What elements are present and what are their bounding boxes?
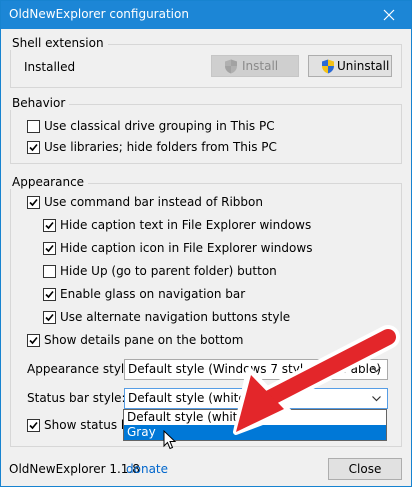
shell-status: Installed (24, 60, 76, 74)
appearance-legend: Appearance (10, 175, 89, 189)
checkmark-icon (29, 143, 38, 152)
status-bar-style-label: Status bar style: (27, 391, 126, 405)
option-label: Hide caption icon in File Explorer windo… (60, 241, 313, 255)
option-label: Hide Up (go to parent folder) button (60, 264, 277, 278)
shell-extension-legend: Shell extension (10, 36, 108, 50)
version-text: OldNewExplorer 1.1.8 (9, 462, 140, 476)
checkmark-icon (29, 421, 38, 430)
status-bar-style-select[interactable]: Default style (white) (124, 388, 388, 409)
checkbox[interactable] (27, 120, 40, 133)
option-label: Use libraries; hide folders from This PC (44, 140, 277, 154)
checkmark-icon (45, 244, 54, 253)
checkmark-icon (45, 221, 54, 230)
checkbox[interactable] (43, 311, 56, 324)
option-label: Use classical drive grouping in This PC (44, 119, 275, 133)
donate-link[interactable]: donate (126, 462, 168, 476)
option-label: Enable glass on navigation bar (60, 287, 246, 301)
checkmark-icon (45, 313, 54, 322)
status-bar-style-value: Default style (white) (128, 391, 251, 405)
dropdown-option-default-white[interactable]: Default style (white) (124, 410, 386, 425)
checkmark-icon (29, 336, 38, 345)
option-label: Use command bar instead of Ribbon (44, 195, 263, 209)
option-label: Use alternate navigation buttons style (60, 310, 291, 324)
behavior-legend: Behavior (10, 96, 70, 110)
checkbox[interactable] (43, 242, 56, 255)
option-label: Hide caption text in File Explorer windo… (60, 218, 312, 232)
checkbox[interactable] (43, 265, 56, 278)
uac-shield-icon (225, 59, 237, 74)
appearance-style-value: Default style (Windows 7 style / skin-ab… (128, 362, 382, 376)
uninstall-button[interactable]: Uninstall (308, 55, 392, 77)
install-button[interactable]: Install (211, 55, 299, 77)
checkbox[interactable] (27, 334, 40, 347)
title-bar[interactable]: OldNewExplorer configuration (1, 1, 411, 29)
appearance-group: Appearance Use command bar instead of Ri… (10, 175, 402, 447)
appearance-style-label: Appearance style: (27, 362, 136, 376)
behavior-group: Behavior Use classical drive grouping in… (10, 96, 402, 164)
close-button[interactable]: Close (328, 458, 402, 480)
close-icon (383, 9, 395, 21)
close-label: Close (348, 462, 382, 476)
checkbox[interactable] (43, 288, 56, 301)
checkbox[interactable] (27, 196, 40, 209)
checkbox[interactable] (27, 419, 40, 432)
checkmark-icon (29, 198, 38, 207)
window-close-button[interactable] (367, 1, 411, 29)
footer: OldNewExplorer 1.1.8 donate Close (1, 452, 411, 486)
uac-shield-icon (322, 59, 334, 74)
config-window: OldNewExplorer configuration Shell exten… (0, 0, 412, 487)
appearance-style-select[interactable]: Default style (Windows 7 style / skin-ab… (124, 359, 388, 380)
chevron-down-icon (372, 396, 381, 402)
window-title: OldNewExplorer configuration (9, 7, 189, 21)
uninstall-label: Uninstall (337, 59, 390, 73)
chevron-down-icon (372, 367, 381, 373)
mouse-cursor-icon (163, 430, 177, 450)
option-label: Show details pane on the bottom (44, 333, 244, 347)
install-label: Install (242, 59, 279, 73)
checkbox[interactable] (27, 141, 40, 154)
checkmark-icon (45, 290, 54, 299)
shell-extension-group: Shell extension Installed Install Uninst… (10, 36, 402, 88)
checkbox[interactable] (43, 219, 56, 232)
